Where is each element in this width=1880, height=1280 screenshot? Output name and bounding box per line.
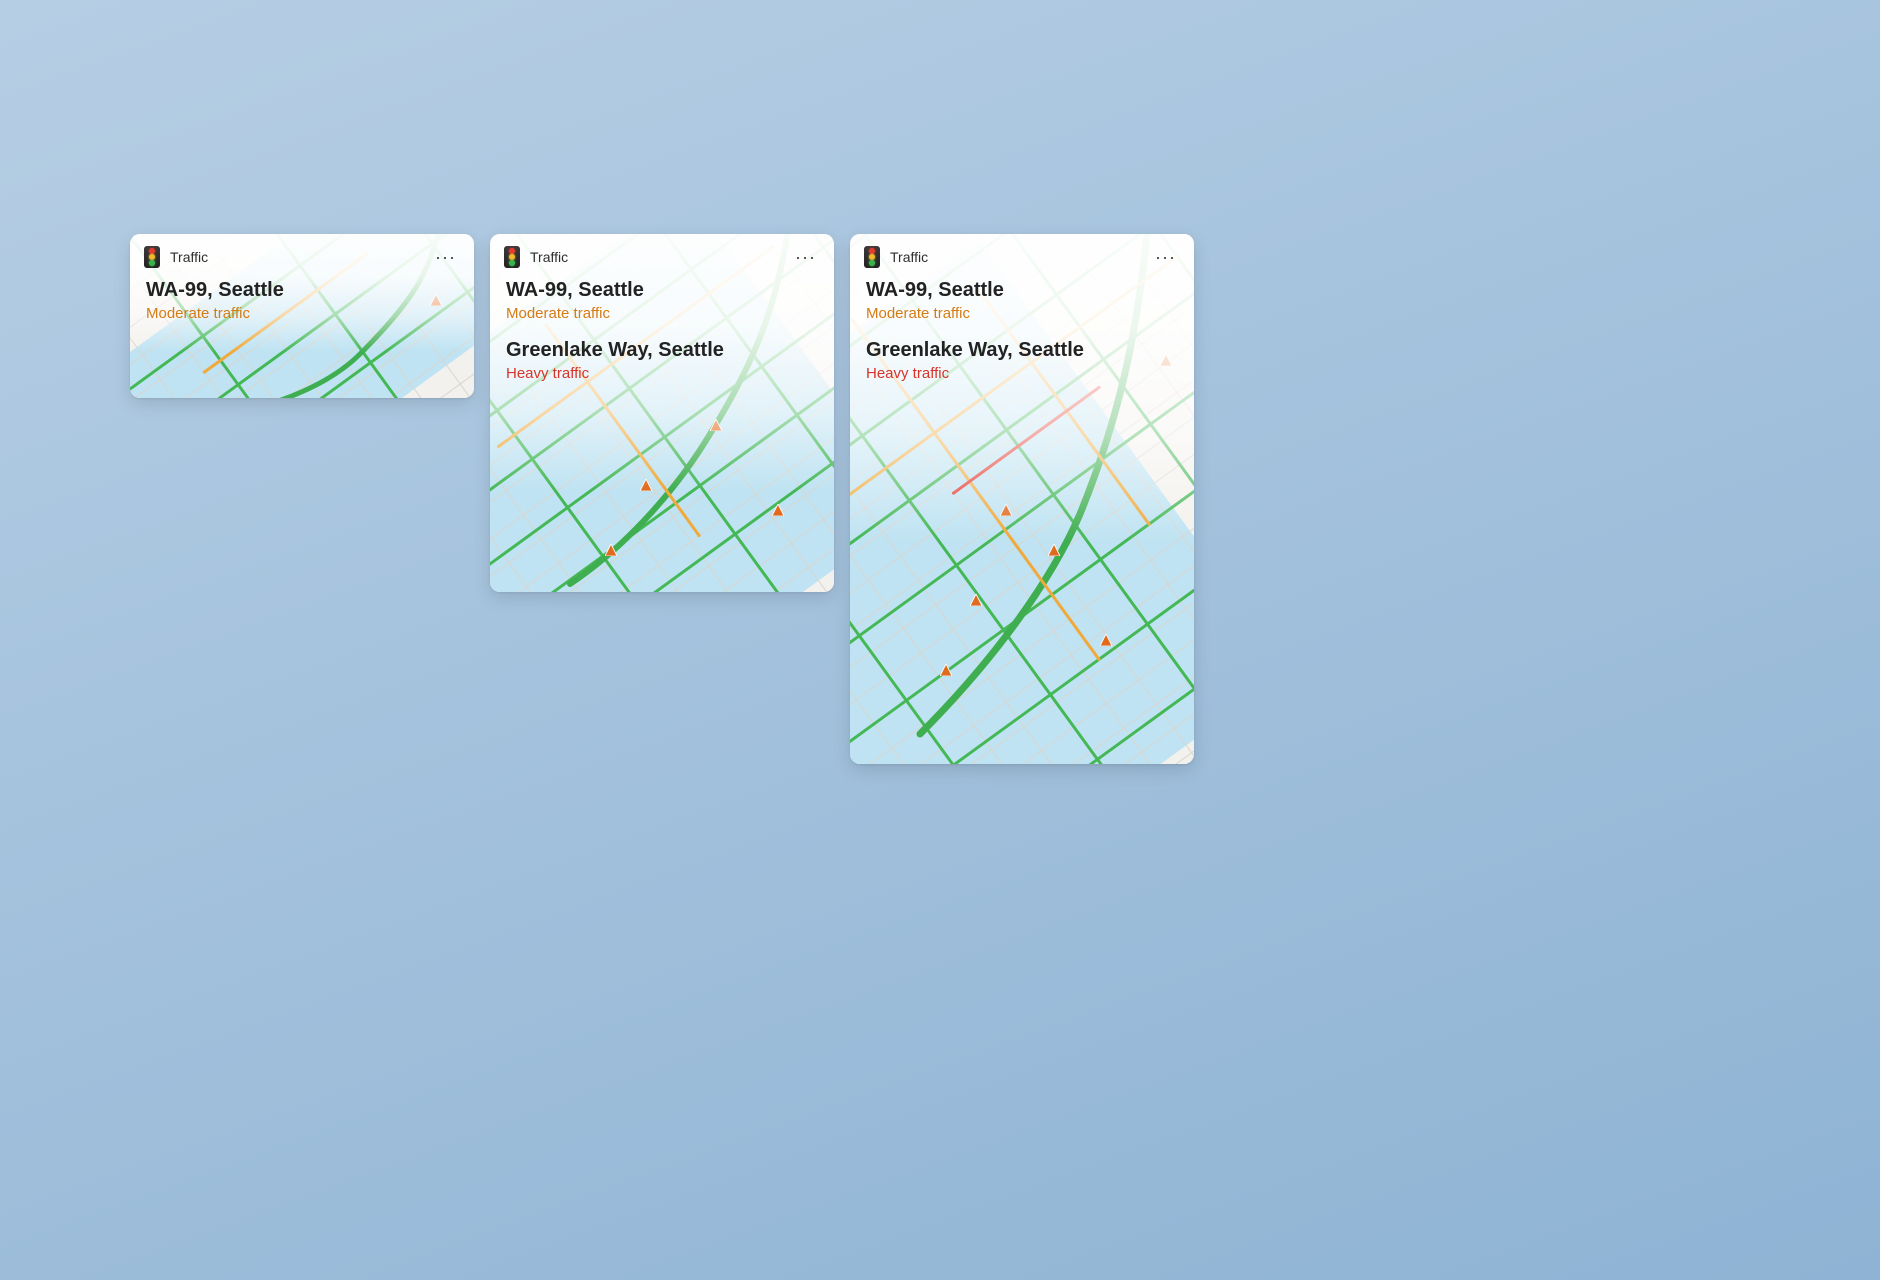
- route-name: WA-99, Seattle: [506, 278, 818, 303]
- widget-header: Traffic ···: [850, 234, 1194, 274]
- route-item[interactable]: Greenlake Way, Seattle Heavy traffic: [506, 338, 818, 384]
- route-name: WA-99, Seattle: [146, 278, 458, 303]
- route-status: Moderate traffic: [506, 304, 818, 324]
- route-item[interactable]: WA-99, Seattle Moderate traffic: [506, 278, 818, 324]
- traffic-light-icon: [864, 246, 880, 268]
- route-name: WA-99, Seattle: [866, 278, 1178, 303]
- routes-list: WA-99, Seattle Moderate traffic: [130, 274, 474, 324]
- routes-list: WA-99, Seattle Moderate traffic Greenlak…: [490, 274, 834, 383]
- route-item[interactable]: WA-99, Seattle Moderate traffic: [866, 278, 1178, 324]
- more-button[interactable]: ···: [1151, 249, 1180, 265]
- route-item[interactable]: WA-99, Seattle Moderate traffic: [146, 278, 458, 324]
- route-name: Greenlake Way, Seattle: [506, 338, 818, 363]
- widget-gallery: Traffic ··· WA-99, Seattle Moderate traf…: [0, 0, 1316, 896]
- route-status: Moderate traffic: [146, 304, 458, 324]
- route-name: Greenlake Way, Seattle: [866, 338, 1178, 363]
- traffic-widget-medium[interactable]: Traffic ··· WA-99, Seattle Moderate traf…: [490, 234, 834, 592]
- more-button[interactable]: ···: [791, 249, 820, 265]
- route-status: Moderate traffic: [866, 304, 1178, 324]
- route-status: Heavy traffic: [506, 364, 818, 384]
- traffic-light-icon: [144, 246, 160, 268]
- traffic-widget-large[interactable]: Traffic ··· WA-99, Seattle Moderate traf…: [850, 234, 1194, 764]
- widget-header: Traffic ···: [490, 234, 834, 274]
- route-status: Heavy traffic: [866, 364, 1178, 384]
- traffic-widget-small[interactable]: Traffic ··· WA-99, Seattle Moderate traf…: [130, 234, 474, 398]
- route-item[interactable]: Greenlake Way, Seattle Heavy traffic: [866, 338, 1178, 384]
- traffic-light-icon: [504, 246, 520, 268]
- widget-title: Traffic: [170, 249, 421, 265]
- widget-header: Traffic ···: [130, 234, 474, 274]
- widget-title: Traffic: [530, 249, 781, 265]
- more-button[interactable]: ···: [431, 249, 460, 265]
- routes-list: WA-99, Seattle Moderate traffic Greenlak…: [850, 274, 1194, 383]
- widget-title: Traffic: [890, 249, 1141, 265]
